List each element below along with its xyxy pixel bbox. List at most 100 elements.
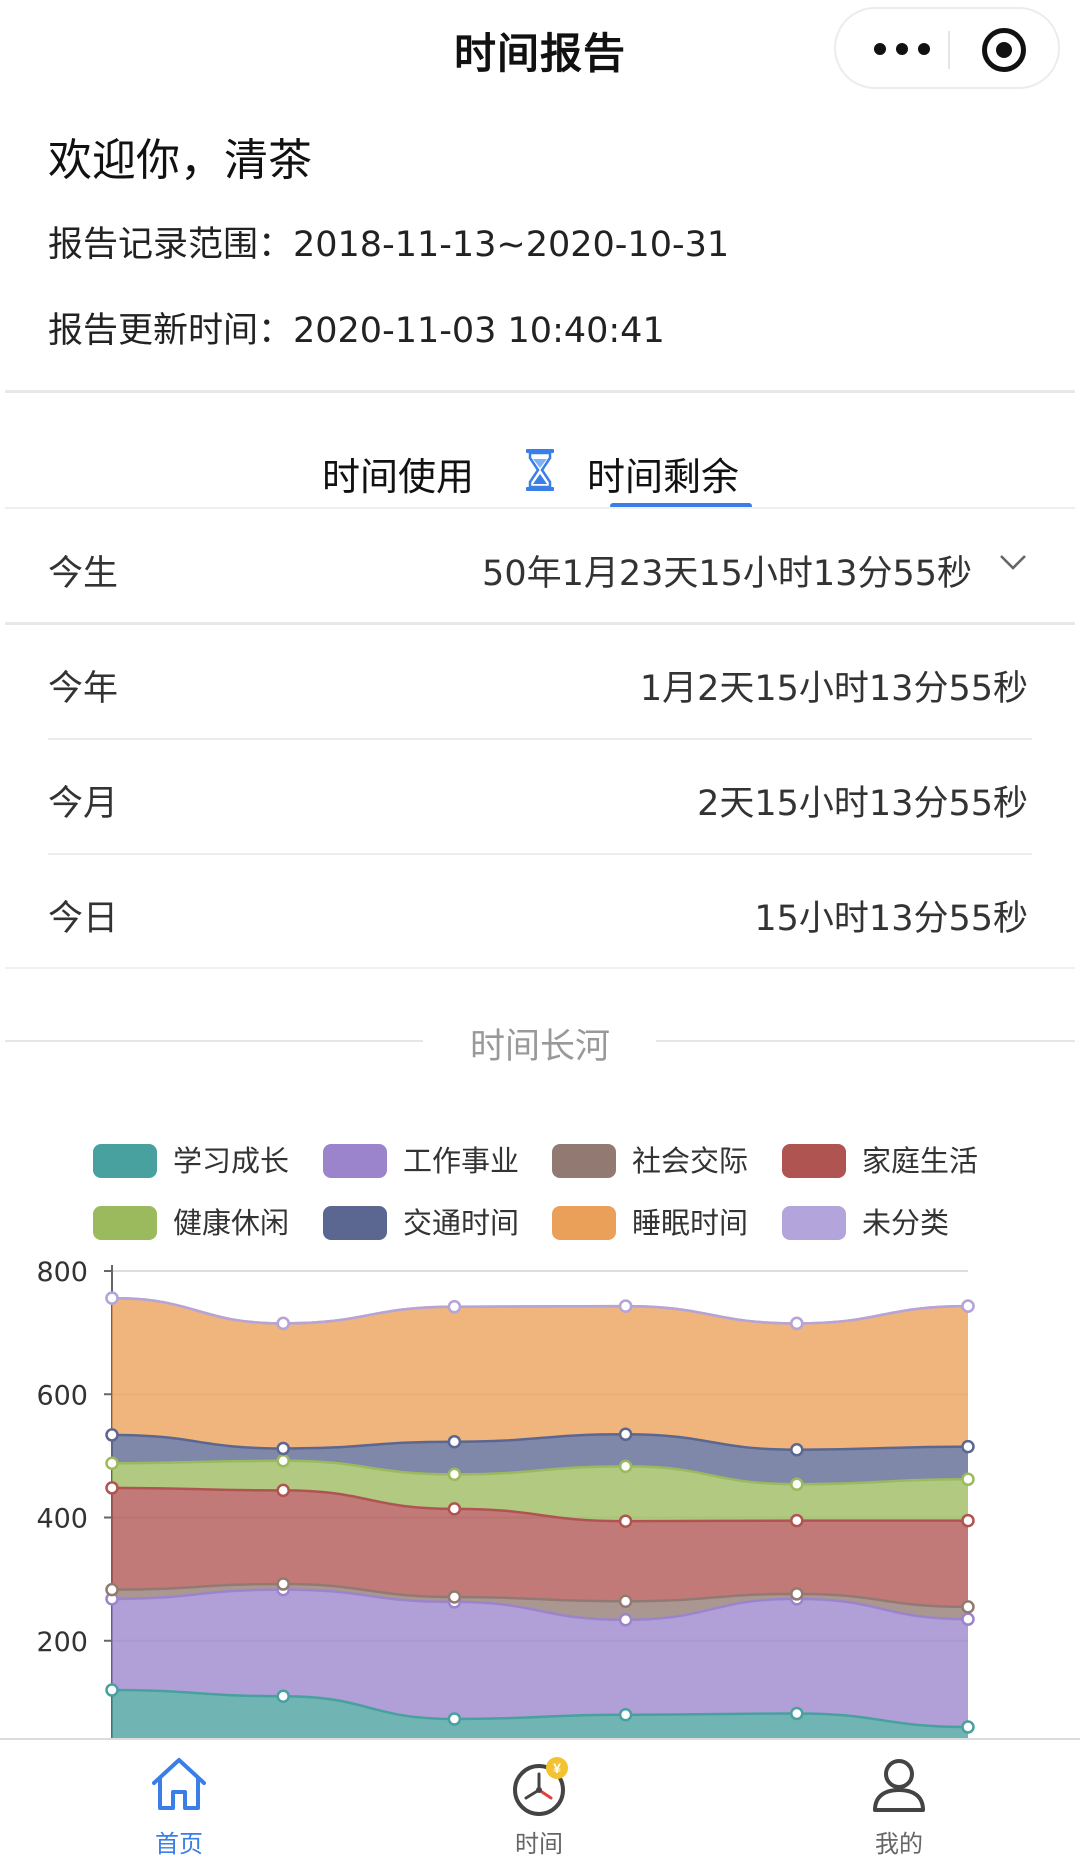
capsule-separator (948, 31, 950, 69)
data-point (790, 1316, 804, 1331)
more-icon[interactable] (874, 43, 932, 57)
row-month-remaining: 今月 2天15小时13分55秒 (0, 739, 1080, 853)
row-label: 今日 (48, 899, 119, 939)
svg-text:¥: ¥ (553, 1760, 561, 1776)
user-icon (873, 1759, 925, 1812)
legend-label: 交通时间 (403, 1206, 519, 1240)
legend-item[interactable]: 未分类 (782, 1206, 949, 1240)
data-point (105, 1582, 119, 1597)
legend-label: 工作事业 (403, 1144, 519, 1178)
data-point (961, 1299, 975, 1313)
row-day-remaining: 今日 15小时13分55秒 (0, 854, 1080, 968)
data-point (618, 1427, 633, 1442)
miniprogram-capsule (834, 7, 1060, 89)
legend-swatch (323, 1144, 387, 1178)
row-label: 今年 (48, 669, 119, 709)
data-point (790, 1706, 804, 1721)
legend-swatch (323, 1206, 387, 1240)
tabbar-item-me[interactable]: 我的 (809, 1740, 989, 1862)
legend-swatch (552, 1144, 616, 1178)
row-value: 2天15小时13分55秒 (697, 784, 1028, 824)
legend-item[interactable]: 睡眠时间 (552, 1206, 748, 1240)
data-point (276, 1577, 290, 1591)
chevron-down-icon[interactable] (998, 552, 1028, 572)
header-divider (5, 390, 1075, 393)
data-point (447, 1502, 462, 1516)
y-tick-label: 200 (36, 1627, 88, 1658)
data-point (447, 1467, 462, 1482)
tabbar-item-home[interactable]: 首页 (89, 1740, 269, 1862)
row-year-remaining: 今年 1月2天15小时13分55秒 (0, 624, 1080, 738)
data-point (961, 1513, 975, 1528)
data-point (105, 1456, 119, 1471)
y-tick-label: 600 (36, 1380, 88, 1411)
data-point (276, 1316, 290, 1331)
tab-time-remaining[interactable]: 时间剩余 (587, 446, 739, 501)
legend-label: 健康休闲 (173, 1206, 289, 1240)
legend-swatch (552, 1206, 616, 1240)
row-value: 1月2天15小时13分55秒 (639, 669, 1028, 709)
legend-swatch (782, 1206, 846, 1240)
legend-label: 社会交际 (632, 1144, 748, 1178)
tabbar-label-home: 首页 (155, 1830, 203, 1858)
row-life-remaining[interactable]: 今生 50年1月23天15小时13分55秒 (0, 509, 1080, 623)
y-tick-label: 800 (36, 1257, 88, 1288)
data-point (618, 1594, 633, 1609)
legend-item[interactable]: 交通时间 (323, 1206, 519, 1240)
home-icon (152, 1758, 206, 1810)
data-point (276, 1454, 290, 1468)
data-point (618, 1613, 633, 1627)
legend-item[interactable]: 学习成长 (93, 1144, 289, 1178)
data-point (618, 1514, 633, 1528)
data-point (447, 1590, 462, 1604)
data-point (961, 1472, 975, 1487)
data-point (961, 1720, 975, 1734)
row-label: 今月 (48, 784, 119, 824)
y-tick-label: 400 (36, 1504, 88, 1535)
tab-time-usage[interactable]: 时间使用 (322, 446, 474, 501)
legend-label: 睡眠时间 (632, 1206, 748, 1240)
data-point (276, 1689, 290, 1703)
data-point (105, 1481, 119, 1495)
data-point (447, 1299, 462, 1314)
close-target-icon[interactable] (982, 28, 1026, 72)
data-point (618, 1299, 633, 1313)
data-point (961, 1612, 975, 1626)
tabbar-label-me: 我的 (875, 1830, 923, 1858)
legend-item[interactable]: 社会交际 (552, 1144, 748, 1178)
report-update-time: 报告更新时间：2020-11-03 10:40:41 (48, 311, 665, 351)
tabbar-item-time[interactable]: ¥ 时间 (449, 1740, 629, 1862)
clock-icon: ¥ (513, 1757, 568, 1816)
legend-label: 未分类 (862, 1206, 949, 1240)
report-range: 报告记录范围：2018-11-13~2020-10-31 (48, 225, 730, 265)
tabbar-label-time: 时间 (515, 1830, 563, 1858)
legend-swatch (93, 1206, 157, 1240)
legend-swatch (93, 1144, 157, 1178)
data-point (961, 1600, 975, 1614)
data-point (618, 1707, 633, 1722)
data-point (790, 1477, 804, 1491)
legend-item[interactable]: 工作事业 (323, 1144, 519, 1178)
data-point (447, 1434, 462, 1449)
data-point (790, 1442, 804, 1457)
section-title: 时间长河 (469, 1027, 610, 1067)
hourglass-icon (526, 449, 554, 491)
row-label: 今生 (48, 554, 119, 594)
data-point (447, 1712, 462, 1726)
legend-swatch (782, 1144, 846, 1178)
data-point (790, 1587, 804, 1601)
row-value: 15小时13分55秒 (754, 899, 1028, 939)
nav-bar: 时间报告 (0, 0, 1080, 95)
data-point (618, 1459, 633, 1474)
welcome-text: 欢迎你，清茶 (48, 135, 312, 186)
data-point (276, 1441, 290, 1456)
legend-item[interactable]: 家庭生活 (782, 1144, 978, 1178)
data-point (961, 1439, 975, 1454)
legend-label: 学习成长 (173, 1144, 289, 1178)
bottom-tab-bar: 首页 ¥ 时间 我的 (0, 1738, 1080, 1862)
rows-bottom-divider (5, 967, 1075, 969)
legend-item[interactable]: 健康休闲 (93, 1206, 289, 1240)
legend-label: 家庭生活 (862, 1144, 978, 1178)
data-point (105, 1291, 119, 1305)
row-value: 50年1月23天15小时13分55秒 (482, 554, 972, 594)
